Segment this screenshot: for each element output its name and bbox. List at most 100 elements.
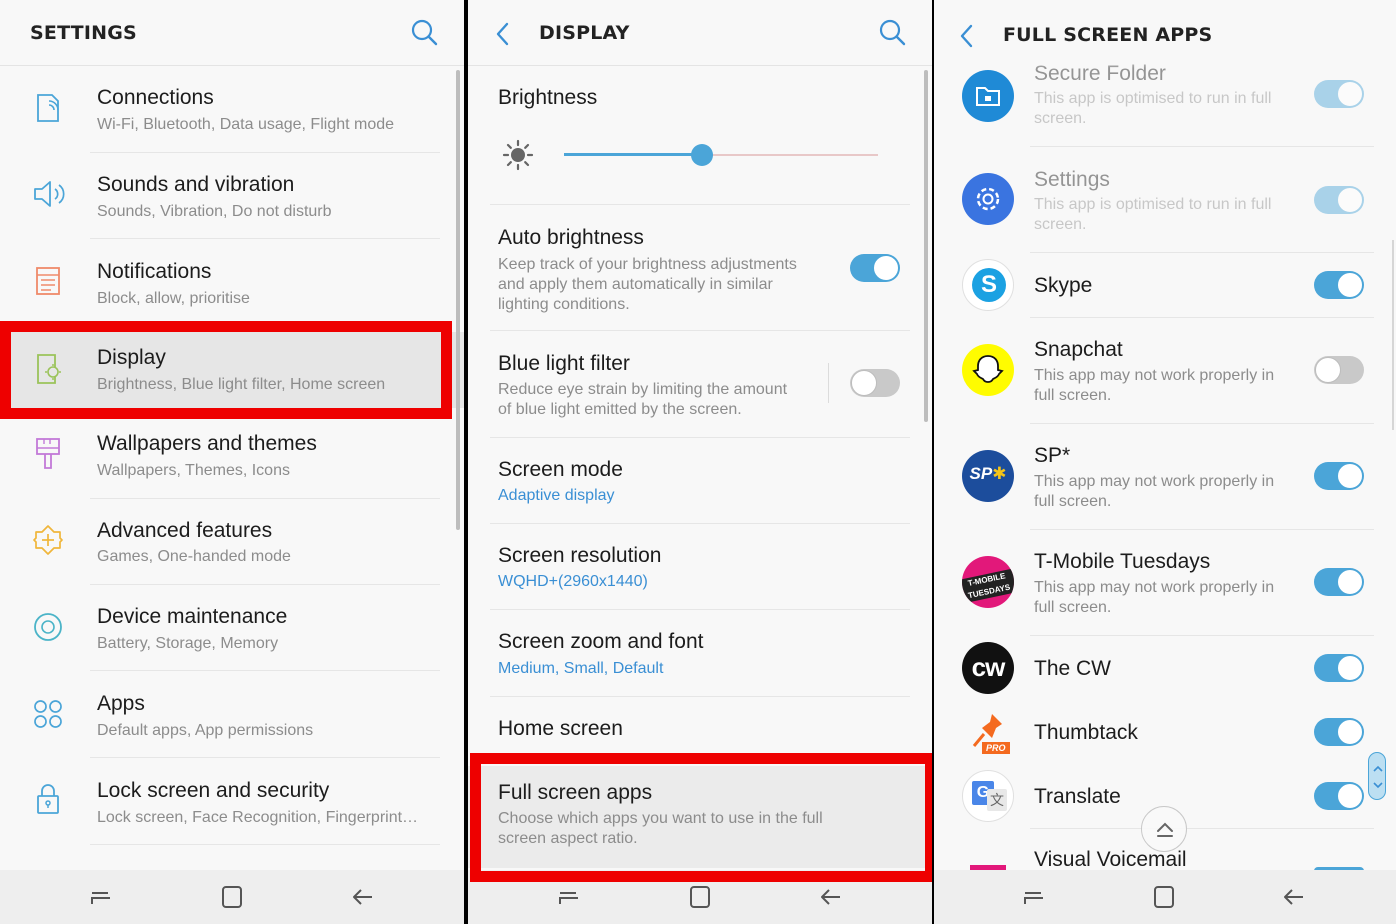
screen-mode-item[interactable]: Screen mode Adaptive display [468, 438, 932, 524]
vertical-divider [828, 363, 829, 403]
home-icon[interactable] [687, 884, 713, 910]
app-row-secure-folder[interactable]: Secure Folder This app is optimised to r… [934, 54, 1396, 148]
app-row-tmobile-tuesdays[interactable]: T-MOBILE TUESDAYS T-Mobile Tuesdays This… [934, 530, 1396, 636]
toggle-knob [851, 370, 877, 396]
sp-toggle[interactable] [1314, 462, 1364, 490]
page-title: DISPLAY [539, 22, 630, 44]
app-name: Skype [1034, 274, 1093, 297]
app-status: This app is optimised to run in full [1034, 196, 1272, 213]
settings-app-toggle[interactable] [1314, 186, 1364, 214]
home-screen-item[interactable]: Home screen [468, 697, 932, 759]
tmobile-tuesdays-toggle[interactable] [1314, 568, 1364, 596]
item-subtitle: Wallpapers, Themes, Icons [97, 462, 290, 479]
the-cw-toggle[interactable] [1314, 654, 1364, 682]
full-screen-apps-header: FULL SCREEN APPS [934, 0, 1396, 54]
tmobile-tuesdays-icon: T-MOBILE TUESDAYS [962, 556, 1014, 608]
settings-item-lock-screen[interactable]: Lock screen and security Lock screen, Fa… [0, 758, 464, 844]
toggle-knob [1337, 463, 1363, 489]
recents-icon[interactable] [556, 884, 582, 910]
header-fade [934, 54, 1396, 68]
full-screen-apps-panel: Secure Folder This app is optimised to r… [934, 0, 1396, 924]
scrollbar[interactable] [1392, 240, 1394, 430]
scroll-to-top-button[interactable] [1141, 806, 1187, 852]
slider-thumb[interactable] [691, 144, 713, 166]
item-title: Notifications [97, 260, 212, 283]
nav-bar [0, 870, 464, 924]
skype-logo: S [972, 268, 1006, 302]
toggle-knob [873, 255, 899, 281]
secure-folder-toggle[interactable] [1314, 80, 1364, 108]
recents-icon[interactable] [1021, 884, 1047, 910]
back-nav-icon[interactable] [818, 884, 844, 910]
item-title: Home screen [498, 717, 623, 740]
brightness-section: Brightness [468, 67, 932, 205]
item-desc: of blue light emitted by the screen. [498, 401, 742, 418]
translate-toggle[interactable] [1314, 782, 1364, 810]
back-nav-icon[interactable] [1281, 884, 1307, 910]
app-status: full screen. [1034, 493, 1112, 510]
settings-item-wallpapers[interactable]: Wallpapers and themes Wallpapers, Themes… [0, 412, 464, 498]
scroll-arrows-icon [1373, 765, 1383, 789]
item-title: Wallpapers and themes [97, 432, 317, 455]
back-nav-icon[interactable] [350, 884, 376, 910]
skype-toggle[interactable] [1314, 271, 1364, 299]
toggle-knob [1337, 655, 1363, 681]
search-icon[interactable] [878, 18, 908, 48]
app-row-skype[interactable]: S Skype [934, 253, 1396, 317]
item-title: Device maintenance [97, 605, 288, 628]
app-name: The CW [1034, 657, 1112, 680]
scrollbar[interactable] [456, 70, 460, 530]
app-status: This app may not work properly in [1034, 473, 1275, 490]
app-row-settings[interactable]: Settings This app is optimised to run in… [934, 147, 1396, 253]
notifications-icon [36, 267, 60, 295]
settings-item-device-maintenance[interactable]: Device maintenance Battery, Storage, Mem… [0, 585, 464, 671]
app-name: SP* [1034, 444, 1071, 467]
fast-scroll-handle[interactable] [1368, 752, 1386, 800]
auto-brightness-toggle[interactable] [850, 254, 900, 282]
thumbtack-toggle[interactable] [1314, 718, 1364, 746]
app-row-sp[interactable]: SP✱ SP* This app may not work properly i… [934, 424, 1396, 530]
screen-resolution-item[interactable]: Screen resolution WQHD+(2960x1440) [468, 524, 932, 610]
recents-icon[interactable] [88, 884, 114, 910]
settings-item-apps[interactable]: Apps Default apps, App permissions [0, 671, 464, 757]
app-row-thumbtack[interactable]: PRO Thumbtack [934, 700, 1396, 764]
item-subtitle: Block, allow, prioritise [97, 290, 250, 307]
skype-icon: S [962, 259, 1014, 311]
home-icon[interactable] [219, 884, 245, 910]
auto-brightness-item[interactable]: Auto brightness Keep track of your brigh… [468, 205, 932, 331]
blue-light-filter-item[interactable]: Blue light filter Reduce eye strain by l… [468, 331, 932, 437]
toggle-knob [1337, 719, 1363, 745]
back-arrow-icon[interactable] [956, 22, 980, 50]
settings-item-advanced[interactable]: Advanced features Games, One-handed mode [0, 499, 464, 585]
cw-logo: cw [971, 652, 1006, 682]
back-arrow-icon[interactable] [492, 20, 516, 48]
brightness-slider[interactable] [564, 144, 878, 166]
snapchat-toggle[interactable] [1314, 356, 1364, 384]
folder-lock-icon [976, 87, 1000, 106]
app-status: This app may not work properly in [1034, 579, 1275, 596]
app-status: This app may not work properly in [1034, 367, 1275, 384]
home-icon[interactable] [1151, 884, 1177, 910]
sp-logo: SP✱ [962, 464, 1014, 484]
item-value: Adaptive display [498, 487, 615, 504]
blue-light-filter-toggle[interactable] [850, 369, 900, 397]
app-name: Settings [1034, 168, 1110, 191]
settings-item-sounds[interactable]: Sounds and vibration Sounds, Vibration, … [0, 153, 464, 239]
sun-icon [502, 139, 534, 171]
settings-item-connections[interactable]: Connections Wi-Fi, Bluetooth, Data usage… [0, 67, 464, 153]
screen-zoom-item[interactable]: Screen zoom and font Medium, Small, Defa… [468, 610, 932, 696]
settings-item-notifications[interactable]: Notifications Block, allow, prioritise [0, 239, 464, 325]
toggle-knob [1337, 569, 1363, 595]
apps-grid-icon [34, 700, 62, 728]
app-row-snapchat[interactable]: Snapchat This app may not work properly … [934, 318, 1396, 424]
brightness-label: Brightness [498, 86, 598, 109]
pro-label: PRO [986, 743, 1006, 753]
thumbtack-icon: PRO [962, 706, 1014, 758]
secure-folder-icon [962, 70, 1014, 122]
item-title: Auto brightness [498, 226, 644, 249]
search-icon[interactable] [410, 18, 440, 48]
app-row-the-cw[interactable]: cw The CW [934, 636, 1396, 700]
the-cw-icon: cw [962, 642, 1014, 694]
sp-logo-text: SP [969, 464, 993, 483]
scrollbar[interactable] [924, 70, 928, 422]
